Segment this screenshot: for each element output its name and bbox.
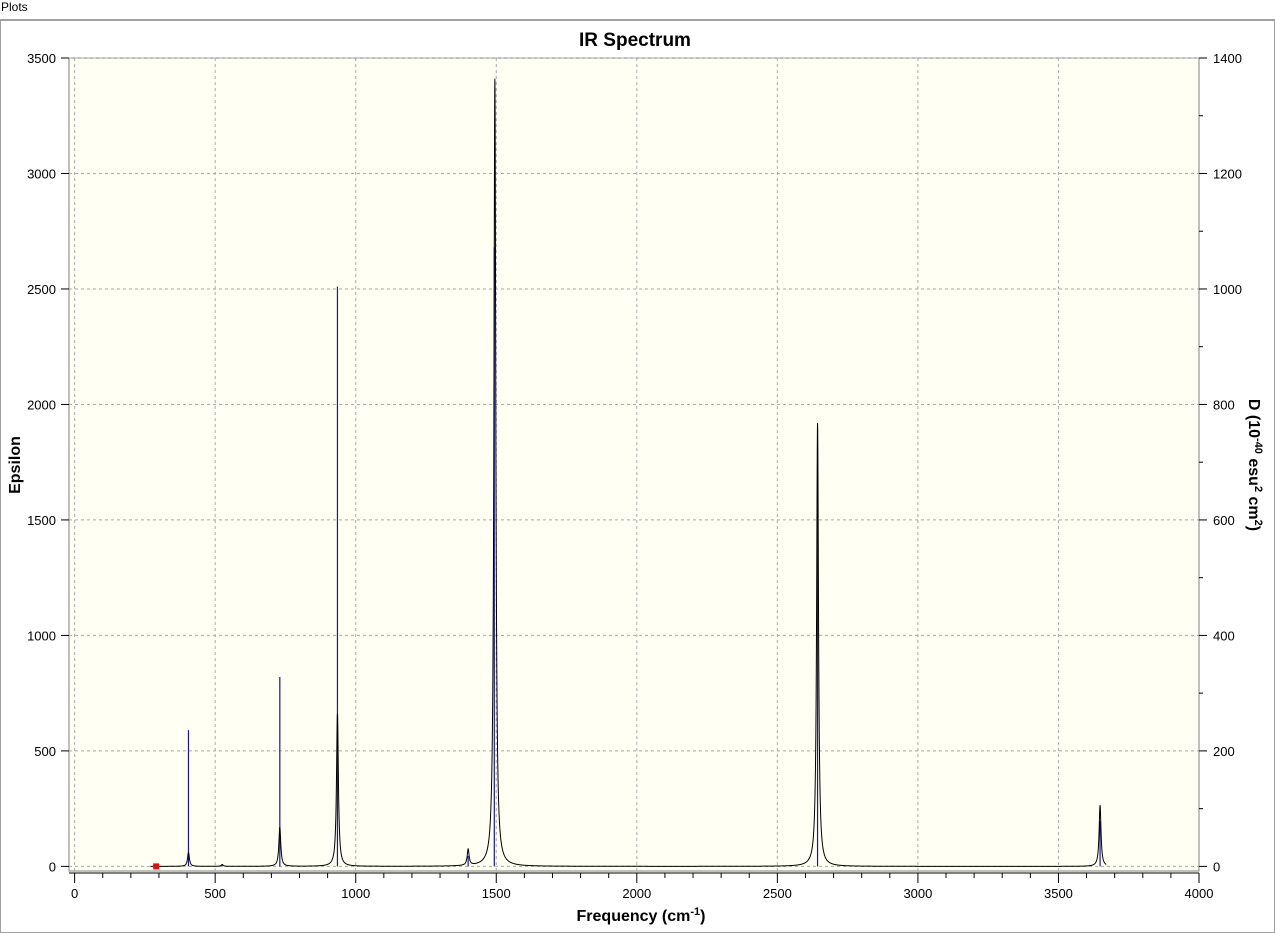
y-left-tick-label: 0 <box>49 859 56 874</box>
y-axis-left-title: Epsilon <box>7 436 24 494</box>
plot-area[interactable] <box>68 57 1200 872</box>
y-right-tick-label: 1200 <box>1213 166 1242 181</box>
x-tick-label: 2500 <box>763 886 792 901</box>
x-tick-label: 1000 <box>341 886 370 901</box>
plot-panel[interactable]: 0 500 1000 1500 2000 2500 3000 3500 4000 0 500 1000… <box>0 20 1275 933</box>
x-tick-label: 3500 <box>1044 886 1073 901</box>
x-tick-label: 1500 <box>482 886 511 901</box>
x-tick-label: 4000 <box>1185 886 1214 901</box>
chart-title: IR Spectrum <box>579 30 691 51</box>
x-axis-title: Frequency (cm-1) <box>577 906 706 925</box>
y-right-tick-label: 200 <box>1213 744 1235 759</box>
x-tick-label: 500 <box>204 886 226 901</box>
x-tick-label: 3000 <box>903 886 932 901</box>
x-tick-label: 0 <box>71 886 78 901</box>
y-left-tick-label: 500 <box>34 744 56 759</box>
y-right-tick-label: 0 <box>1213 859 1220 874</box>
y-axis-right-title: D (10-40 esu2 cm2) <box>1245 399 1264 531</box>
window-title: Plots <box>1 0 28 14</box>
y-right-tick-label: 1400 <box>1213 51 1242 66</box>
y-left-tick-label: 2000 <box>27 397 56 412</box>
window-title-bar: Plots <box>0 0 1275 20</box>
x-tick-label: 2000 <box>622 886 651 901</box>
ir-spectrum-chart[interactable]: 0 500 1000 1500 2000 2500 3000 3500 400005001000… <box>1 21 1274 932</box>
y-left-tick-label: 3000 <box>27 166 56 181</box>
cursor-marker[interactable] <box>153 863 160 870</box>
y-left-tick-label: 3500 <box>27 51 56 66</box>
y-left-tick-label: 2500 <box>27 282 56 297</box>
y-left-tick-label: 1000 <box>27 628 56 643</box>
y-right-tick-label: 400 <box>1213 628 1235 643</box>
y-left-tick-label: 1500 <box>27 513 56 528</box>
y-right-tick-label: 600 <box>1213 513 1235 528</box>
y-right-tick-label: 1000 <box>1213 282 1242 297</box>
y-right-tick-label: 800 <box>1213 397 1235 412</box>
